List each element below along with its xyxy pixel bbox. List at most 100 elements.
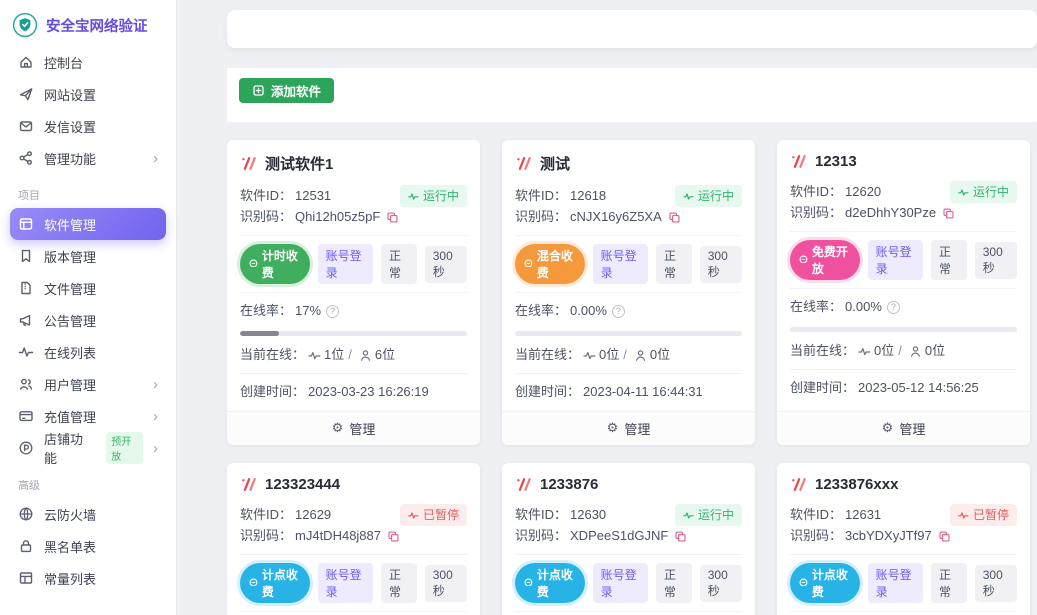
divider (790, 288, 1017, 289)
state-tag: 正常 (381, 244, 417, 284)
sidebar-item-software-management[interactable]: 软件管理 (10, 208, 166, 240)
current-online-label: 当前在线： (515, 345, 580, 365)
sidebar-item-online-list[interactable]: 在线列表 (10, 336, 166, 368)
online-count: 1 (324, 345, 331, 365)
copy-icon[interactable] (387, 530, 400, 543)
billing-badge: 免费开放 (790, 240, 860, 280)
code-label: 识别码： (515, 526, 567, 546)
billing-label: 计点收费 (537, 566, 576, 600)
sidebar-item-constants-list[interactable]: 常量列表 (10, 562, 166, 594)
copy-icon[interactable] (942, 207, 955, 220)
software-slash-icon (240, 476, 257, 493)
card-title: 测试 (540, 153, 570, 174)
software-slash-icon (790, 476, 807, 493)
copy-icon[interactable] (938, 530, 951, 543)
status-label: 运行中 (423, 186, 459, 206)
login-mode-tag: 账号登录 (868, 563, 923, 603)
unit-label: 位 (331, 345, 344, 365)
help-icon[interactable]: ? (326, 305, 339, 318)
billing-label: 计时收费 (262, 247, 301, 281)
sidebar-item-cloud-firewall[interactable]: 云防火墙 (10, 498, 166, 530)
person-icon (359, 349, 372, 362)
billing-label: 计点收费 (262, 566, 301, 600)
sidebar-item-site-settings[interactable]: 网站设置 (10, 78, 166, 110)
online-rate-value: 17% (295, 301, 321, 321)
divider (240, 554, 467, 555)
interval-tag: 300秒 (700, 246, 742, 283)
login-mode-tag: 账号登录 (318, 563, 373, 603)
divider (240, 292, 467, 293)
sidebar-item-mail-settings[interactable]: 发信设置 (10, 110, 166, 142)
software-id-label: 软件ID： (515, 188, 567, 203)
sidebar-item-shop-functions[interactable]: 店铺功能 预开放 › (10, 432, 166, 464)
online-rate-value: 0.00% (570, 301, 607, 321)
manage-label: 管理 (624, 419, 650, 438)
status-label: 已暂停 (423, 505, 459, 525)
billing-coin-icon (524, 259, 533, 270)
code-value: 3cbYDXyJTf97 (845, 526, 932, 546)
sidebar-item-file-management[interactable]: 文件管理 (10, 272, 166, 304)
card-body: 1233876xxx 软件ID：12631 已暂停 识别码： 3cbYDXyJT… (777, 463, 1030, 615)
sidebar-item-console[interactable]: 控制台 (10, 46, 166, 78)
status-badge: 运行中 (950, 181, 1017, 203)
software-id-label: 软件ID： (790, 184, 842, 199)
sidebar-item-label: 管理功能 (44, 149, 96, 168)
unit-label: 位 (382, 345, 395, 365)
status-label: 运行中 (698, 505, 734, 525)
sidebar-item-announcement-management[interactable]: 公告管理 (10, 304, 166, 336)
chevron-right-icon: › (153, 409, 158, 424)
credit-card-icon (18, 408, 34, 424)
sidebar-item-label: 软件管理 (44, 215, 96, 234)
app-window: 安全宝网络验证 控制台 网站设置 发信设置 管理功能 › 项目 软件管理 版本管… (0, 0, 1037, 615)
code-label: 识别码： (790, 526, 842, 546)
section-label-advanced: 高级 (10, 464, 166, 498)
sidebar-item-label: 黑名单表 (44, 537, 96, 556)
status-badge: 已暂停 (950, 504, 1017, 526)
sidebar-item-user-management[interactable]: 用户管理 › (10, 368, 166, 400)
manage-button[interactable]: ⚙ 管理 (502, 411, 755, 445)
software-id-value: 12618 (570, 188, 606, 203)
globe-icon (18, 506, 34, 522)
code-label: 识别码： (240, 526, 292, 546)
manage-button[interactable]: ⚙ 管理 (777, 411, 1030, 445)
mail-icon (18, 118, 34, 134)
online-count: 0 (874, 341, 881, 361)
help-icon[interactable]: ? (612, 305, 625, 318)
current-online-label: 当前在线： (240, 345, 305, 365)
online-rate-value: 0.00% (845, 297, 882, 317)
software-card: 测试软件1 软件ID：12531 运行中 识别码： Qhi12h05z5pF (227, 140, 480, 445)
sidebar-item-version-management[interactable]: 版本管理 (10, 240, 166, 272)
software-id-label: 软件ID： (240, 507, 292, 522)
sidebar-item-label: 发信设置 (44, 117, 96, 136)
megaphone-icon (18, 312, 34, 328)
billing-label: 计点收费 (812, 566, 851, 600)
software-id-value: 12531 (295, 188, 331, 203)
signal-icon (858, 345, 871, 358)
divider (240, 235, 467, 236)
status-pulse-icon (958, 510, 969, 521)
sidebar-item-recharge-management[interactable]: 充值管理 › (10, 400, 166, 432)
sidebar-item-admin-functions[interactable]: 管理功能 › (10, 142, 166, 174)
online-rate-progress (240, 331, 467, 336)
add-software-label: 添加软件 (271, 81, 321, 100)
sidebar-item-blacklist[interactable]: 黑名单表 (10, 530, 166, 562)
sidebar-item-label: 用户管理 (44, 375, 96, 394)
interval-tag: 300秒 (975, 565, 1017, 602)
software-id-value: 12620 (845, 184, 881, 199)
billing-badge: 混合收费 (515, 244, 585, 284)
billing-label: 混合收费 (537, 247, 576, 281)
copy-icon[interactable] (674, 530, 687, 543)
copy-icon[interactable] (386, 211, 399, 224)
code-value: XDPeeS1dGJNF (570, 526, 668, 546)
software-card: 123323444 软件ID：12629 已暂停 识别码： mJ4tDH48j8… (227, 463, 480, 615)
copy-icon[interactable] (668, 211, 681, 224)
manage-button[interactable]: ⚙ 管理 (227, 411, 480, 445)
separator: / (623, 345, 627, 365)
add-software-button[interactable]: 添加软件 (239, 78, 334, 103)
help-icon[interactable]: ? (887, 301, 900, 314)
billing-badge: 计时收费 (240, 244, 310, 284)
status-badge: 运行中 (675, 504, 742, 526)
separator: / (348, 345, 352, 365)
person-icon (634, 349, 647, 362)
billing-coin-icon (249, 259, 258, 270)
